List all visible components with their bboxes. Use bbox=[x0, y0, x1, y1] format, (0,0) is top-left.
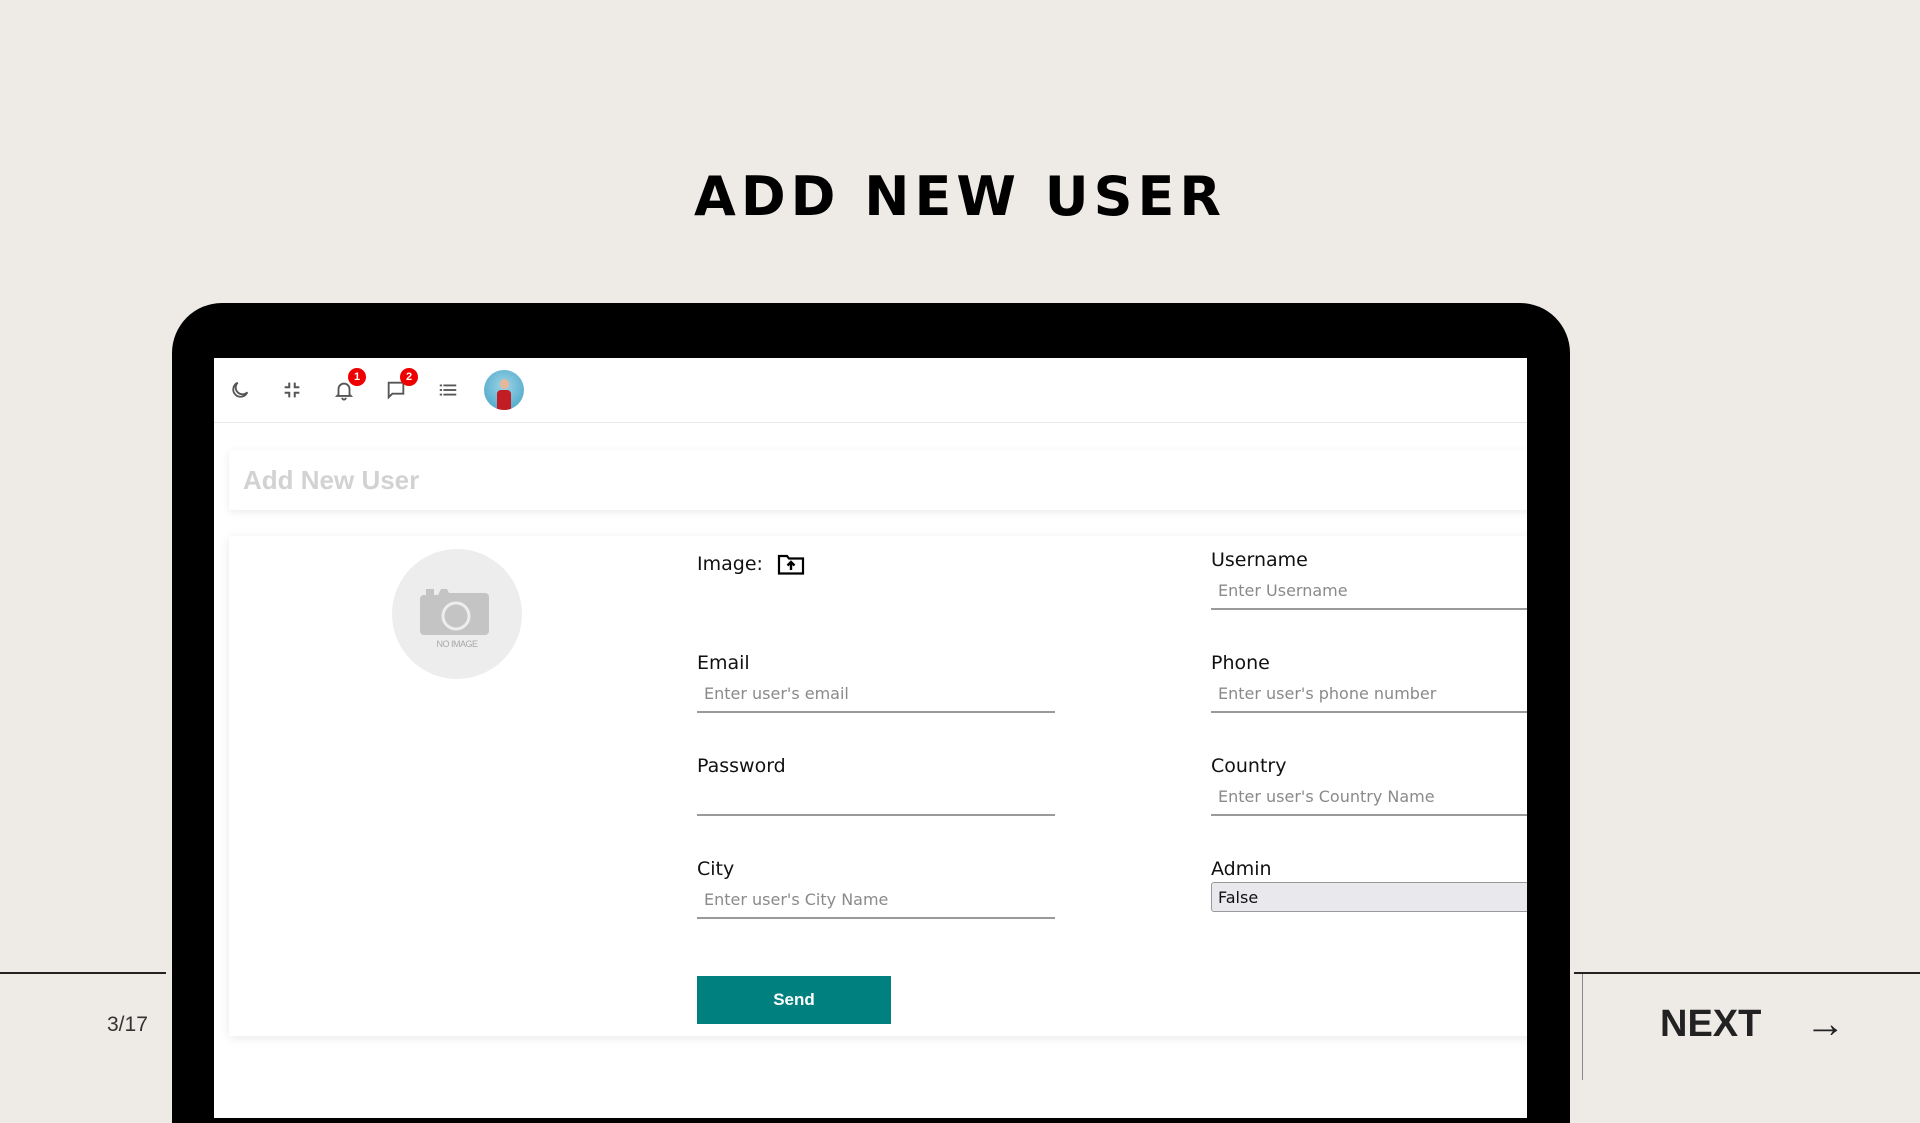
page-header: Add New User bbox=[229, 450, 1527, 510]
camera-icon bbox=[420, 589, 489, 635]
footer-divider-left bbox=[0, 972, 166, 974]
city-label: City bbox=[697, 858, 735, 880]
footer-vertical-divider bbox=[1582, 974, 1583, 1080]
notifications-bell-icon[interactable]: 1 bbox=[332, 368, 366, 402]
notification-count-badge: 1 bbox=[348, 368, 366, 386]
message-count-badge: 2 bbox=[400, 368, 418, 386]
admin-select[interactable]: False bbox=[1211, 882, 1527, 912]
admin-field: Admin False bbox=[1211, 858, 1527, 912]
phone-label: Phone bbox=[1211, 652, 1270, 674]
profile-image-preview: NO IMAGE bbox=[392, 549, 522, 679]
image-label: Image: bbox=[697, 553, 763, 575]
arrow-right-icon: → bbox=[1805, 1002, 1846, 1046]
app-screen: 1 2 Add New User NO IMAGE Image: Usernam… bbox=[214, 358, 1527, 1118]
add-user-form: NO IMAGE Image: Username Email Phone Pas… bbox=[229, 536, 1527, 1036]
password-label: Password bbox=[697, 755, 786, 777]
username-label: Username bbox=[1211, 549, 1308, 571]
user-avatar[interactable] bbox=[484, 370, 524, 410]
password-input[interactable] bbox=[697, 783, 1055, 816]
list-icon[interactable] bbox=[436, 378, 460, 402]
footer-divider-right bbox=[1574, 972, 1920, 974]
city-input[interactable] bbox=[697, 886, 1055, 919]
fullscreen-exit-icon[interactable] bbox=[280, 378, 304, 402]
admin-label: Admin bbox=[1211, 858, 1272, 880]
country-label: Country bbox=[1211, 755, 1287, 777]
username-input[interactable] bbox=[1211, 577, 1527, 610]
page-indicator: 3/17 bbox=[107, 1013, 148, 1036]
image-upload-row: Image: bbox=[697, 552, 805, 576]
email-input[interactable] bbox=[697, 680, 1055, 713]
no-image-label: NO IMAGE bbox=[436, 639, 478, 649]
password-field: Password bbox=[697, 755, 1055, 816]
phone-field: Phone bbox=[1211, 652, 1527, 713]
avatar-head bbox=[500, 379, 509, 389]
phone-input[interactable] bbox=[1211, 680, 1527, 713]
slide-title: ADD NEW USER bbox=[694, 165, 1226, 228]
dark-mode-moon-icon[interactable] bbox=[228, 378, 252, 402]
city-field: City bbox=[697, 858, 1055, 919]
country-field: Country bbox=[1211, 755, 1527, 816]
email-label: Email bbox=[697, 652, 750, 674]
next-label: NEXT bbox=[1660, 1003, 1762, 1045]
email-field: Email bbox=[697, 652, 1055, 713]
country-input[interactable] bbox=[1211, 783, 1527, 816]
top-navbar: 1 2 bbox=[214, 358, 1527, 423]
chat-bubble-icon[interactable]: 2 bbox=[384, 368, 418, 402]
username-field: Username bbox=[1211, 549, 1527, 610]
avatar-body bbox=[497, 390, 511, 410]
next-button[interactable]: NEXT → bbox=[1660, 1002, 1845, 1047]
send-button[interactable]: Send bbox=[697, 976, 891, 1024]
page-title: Add New User bbox=[243, 464, 420, 495]
folder-upload-icon[interactable] bbox=[777, 552, 805, 576]
